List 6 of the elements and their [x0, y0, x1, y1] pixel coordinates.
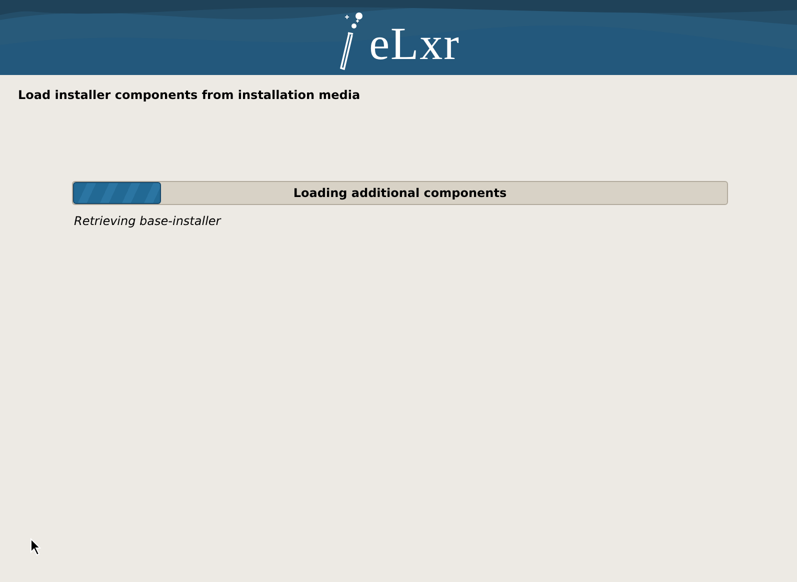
test-tube-icon [337, 12, 364, 72]
status-text: Retrieving base-installer [73, 214, 222, 228]
mouse-cursor-icon [30, 538, 42, 556]
progress-label: Loading additional components [293, 186, 507, 200]
logo-text: eLxr [369, 16, 460, 70]
page-title: Load installer components from installation media [17, 87, 362, 102]
